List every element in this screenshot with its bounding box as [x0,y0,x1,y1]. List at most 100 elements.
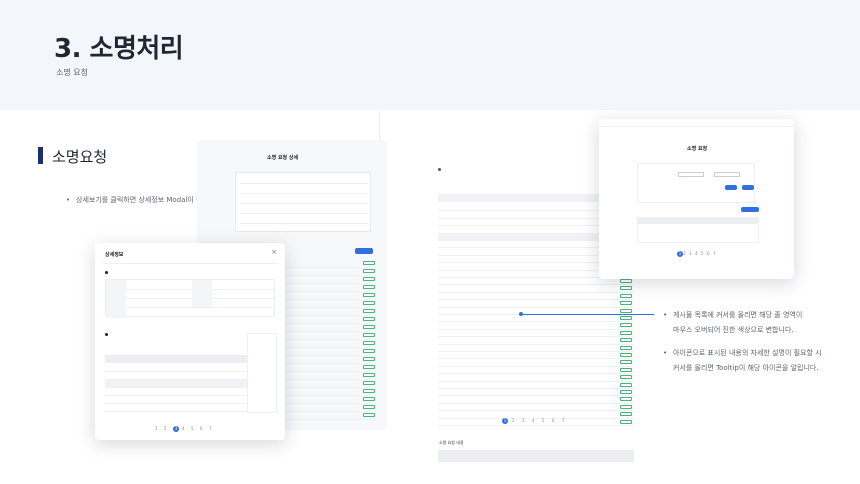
page-button[interactable]: 1 [502,418,508,424]
table-row[interactable] [105,364,263,372]
table-row[interactable] [438,300,634,308]
table-row[interactable] [285,356,377,364]
page-button[interactable]: 6 [200,426,203,431]
status-tag [620,308,632,313]
table-row[interactable] [438,278,634,286]
page-button[interactable]: 2 [512,418,515,423]
close-icon[interactable]: × [271,248,277,256]
modal-table [105,364,263,412]
page-button[interactable]: 4 [532,418,535,423]
table-row[interactable] [285,308,377,316]
status-tag [620,419,632,424]
overlay-window: 소명 요청 1234567 [599,119,794,279]
detail-info-box [235,172,371,232]
table-row[interactable] [105,404,263,412]
status-tag [620,330,632,335]
page-button[interactable]: 5 [542,418,545,423]
table-row[interactable] [285,380,377,388]
status-tag [363,269,375,273]
page-button[interactable]: 4 [182,426,185,431]
page-button[interactable]: 2 [164,426,167,431]
overlay-window-title: 소명 요청 [687,146,708,152]
annotation-dot [519,312,523,316]
status-tag [620,382,632,387]
page-button[interactable]: 7 [562,418,565,423]
table-row[interactable] [438,330,634,338]
list-pagination: 12 3 4 5 6 7 [502,418,592,426]
table-row[interactable] [438,285,634,293]
table-row[interactable] [285,396,377,404]
table-row[interactable] [438,404,634,412]
table-row[interactable] [105,388,263,396]
page-button[interactable]: 4 [695,251,698,256]
page-button[interactable]: 6 [707,251,710,256]
table-row[interactable] [438,315,634,323]
status-tag [363,381,375,385]
page-button[interactable]: 5 [701,251,704,256]
page-button[interactable]: 1 [155,426,158,431]
table-row[interactable] [285,260,377,268]
table-row[interactable] [105,380,263,388]
section-title: 소명요청 [52,148,108,166]
table-row[interactable] [438,322,634,330]
overlay-add-button[interactable] [741,207,759,212]
basic-info-icon [105,271,108,274]
table-row[interactable] [105,372,263,380]
table-row[interactable] [438,374,634,382]
table-row[interactable] [285,268,377,276]
table-row[interactable] [438,382,634,389]
page-button[interactable]: 7 [713,251,716,256]
status-tag [363,277,375,281]
table-row[interactable] [438,359,634,367]
status-tag [363,261,375,265]
modal-info-box [105,279,275,318]
annotation-line [522,314,654,315]
page-button[interactable]: 7 [209,426,212,431]
table-row[interactable] [285,348,377,356]
table-row[interactable] [285,364,377,372]
table-row[interactable] [438,352,634,360]
overlay-search-button[interactable] [725,185,737,190]
modal-table-header [105,355,263,363]
overlay-reset-button[interactable] [742,185,754,190]
page-button[interactable]: 2 [683,251,686,256]
status-tag [363,397,375,401]
page-button[interactable]: 3 [689,251,692,256]
table-row[interactable] [285,340,377,348]
status-tag [363,389,375,393]
modal-dropdown[interactable] [247,333,277,413]
status-tag [363,405,375,409]
list-icon [438,168,441,171]
table-row[interactable] [285,404,377,412]
table-row[interactable] [438,293,634,301]
table-row[interactable] [285,372,377,380]
status-tag [620,412,632,417]
table-row[interactable] [285,388,377,396]
page-button[interactable]: 6 [552,418,555,423]
status-tag [363,285,375,289]
table-row[interactable] [105,396,263,404]
detail-action-button[interactable] [355,248,373,254]
status-tag [620,323,632,328]
page-button[interactable]: 5 [191,426,194,431]
table-row[interactable] [285,276,377,284]
table-row[interactable] [438,337,634,345]
table-row[interactable] [285,300,377,308]
status-tag [620,375,632,380]
table-row[interactable] [285,292,377,300]
page-button[interactable]: 3 [522,418,525,423]
table-row[interactable] [285,412,377,420]
page-button[interactable]: 3 [173,426,179,432]
table-row[interactable] [438,389,634,397]
status-tag [620,293,632,298]
table-row[interactable] [438,345,634,352]
detail-info-icon [105,333,108,336]
detail-modal: 상세정보 × 1 2 34 5 6 7 [95,243,285,440]
table-row[interactable] [285,316,377,324]
table-row[interactable] [285,284,377,292]
table-row[interactable] [285,324,377,332]
table-row[interactable] [438,367,634,375]
table-row[interactable] [285,332,377,340]
table-row[interactable] [438,396,634,404]
status-tag [363,413,375,417]
